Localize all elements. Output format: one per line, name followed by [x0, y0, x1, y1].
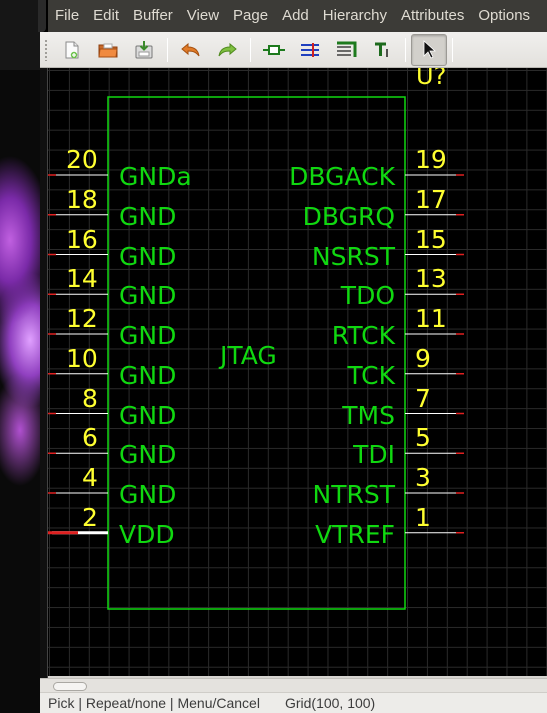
right-pin-label: NSRST — [311, 241, 395, 271]
left-pin-number: 12 — [66, 304, 98, 333]
select-pointer-icon — [423, 39, 436, 59]
toolbar-separator — [250, 37, 251, 62]
menu-page[interactable]: Page — [226, 0, 275, 32]
undo-button[interactable] — [173, 34, 209, 66]
right-pin-number: 11 — [415, 304, 447, 333]
menu-bar: File Edit Buffer View Page Add Hierarchy… — [48, 0, 547, 32]
reference-designator: U? — [416, 68, 447, 90]
right-pin-number: 17 — [415, 184, 447, 214]
add-text-icon — [375, 42, 388, 57]
toolbar-grip[interactable] — [44, 38, 48, 61]
canvas-ruler-edge — [40, 68, 48, 678]
menu-attributes[interactable]: Attributes — [394, 0, 471, 32]
open-file-icon — [98, 43, 118, 57]
add-net-icon — [301, 42, 319, 57]
save-file-icon — [135, 40, 153, 58]
redo-icon — [218, 42, 237, 56]
right-pin-number: 3 — [415, 463, 431, 492]
horizontal-scrollbar-thumb[interactable] — [53, 682, 87, 691]
left-pin-label: GND — [119, 281, 177, 311]
left-pin-number: 8 — [82, 383, 98, 413]
left-pin-label: GND — [119, 440, 177, 470]
right-pin-label: TCK — [347, 360, 395, 390]
right-pin-label: DBGRQ — [302, 201, 395, 231]
left-pin-number: 16 — [66, 224, 98, 254]
left-pin-number: 6 — [82, 423, 98, 453]
right-pin-label: RTCK — [331, 321, 395, 350]
left-pin-number: 10 — [66, 343, 98, 373]
left-pin-label: VDD — [119, 519, 175, 549]
menu-view[interactable]: View — [180, 0, 226, 32]
menu-hierarchy[interactable]: Hierarchy — [316, 0, 394, 32]
menu-edit[interactable]: Edit — [86, 0, 126, 32]
new-file-icon — [65, 41, 79, 58]
device-name: JTAG — [220, 341, 277, 370]
schematic-canvas[interactable]: U? JTAG 20 GNDa 18 GND 16 GND 14 GND 12 GND 10 GND 8… — [48, 68, 547, 676]
right-pin-number: 13 — [415, 264, 447, 294]
right-pin-label: NTRST — [312, 480, 395, 509]
left-pin-label: GND — [119, 201, 177, 231]
left-pin-number: 14 — [66, 264, 98, 294]
status-bar: Pick | Repeat/none | Menu/Cancel Grid(10… — [40, 692, 547, 713]
redo-button[interactable] — [209, 34, 245, 66]
horizontal-scrollbar[interactable] — [40, 678, 547, 692]
right-pin-label: TDO — [340, 281, 395, 311]
right-pin-number: 19 — [415, 145, 447, 174]
status-grid-size: Grid(100, 100) — [284, 695, 376, 711]
desktop-wallpaper — [0, 0, 40, 713]
status-mouse-modes: Pick | Repeat/none | Menu/Cancel — [48, 695, 260, 711]
left-pin-label: GNDa — [119, 162, 192, 191]
add-bus-icon — [337, 41, 357, 57]
left-pin-label: GND — [119, 321, 177, 350]
toolbar-separator — [405, 37, 406, 62]
toolbar-separator — [167, 37, 168, 62]
add-net-button[interactable] — [292, 34, 328, 66]
undo-icon — [181, 42, 200, 56]
left-pin-number: 18 — [66, 184, 98, 214]
menu-file[interactable]: File — [48, 0, 86, 32]
right-pin-label: VTREF — [315, 519, 395, 549]
right-pin-number: 1 — [415, 502, 431, 532]
toolbar — [40, 32, 547, 68]
add-text-button[interactable] — [364, 34, 400, 66]
right-pin-label: DBGACK — [289, 162, 395, 191]
left-pin-number: 4 — [82, 463, 98, 492]
right-pin-label: TDI — [353, 440, 395, 470]
select-mode-button[interactable] — [411, 33, 447, 66]
left-pin-number: 20 — [66, 145, 98, 174]
desktop-panel — [0, 0, 40, 70]
menu-options[interactable]: Options — [471, 0, 537, 32]
open-file-button[interactable] — [90, 34, 126, 66]
menu-buffer[interactable]: Buffer — [126, 0, 180, 32]
right-pin-number: 5 — [415, 423, 431, 453]
window-edge — [38, 0, 46, 32]
new-file-button[interactable] — [54, 34, 90, 66]
left-pin-number: 2 — [82, 502, 98, 532]
left-pin-label: GND — [119, 400, 177, 430]
right-pin-number: 15 — [415, 224, 447, 254]
right-pin-label: TMS — [342, 400, 395, 430]
menu-add[interactable]: Add — [275, 0, 316, 32]
toolbar-separator — [452, 37, 453, 62]
add-bus-button[interactable] — [328, 34, 364, 66]
left-pin-label: GND — [119, 480, 177, 509]
right-pin-number: 7 — [415, 383, 431, 413]
left-pin-label: GND — [119, 360, 177, 390]
add-component-icon — [263, 44, 285, 55]
save-file-button[interactable] — [126, 34, 162, 66]
left-pin-label: GND — [119, 241, 177, 271]
right-pin-number: 9 — [415, 343, 431, 373]
add-component-button[interactable] — [256, 34, 292, 66]
